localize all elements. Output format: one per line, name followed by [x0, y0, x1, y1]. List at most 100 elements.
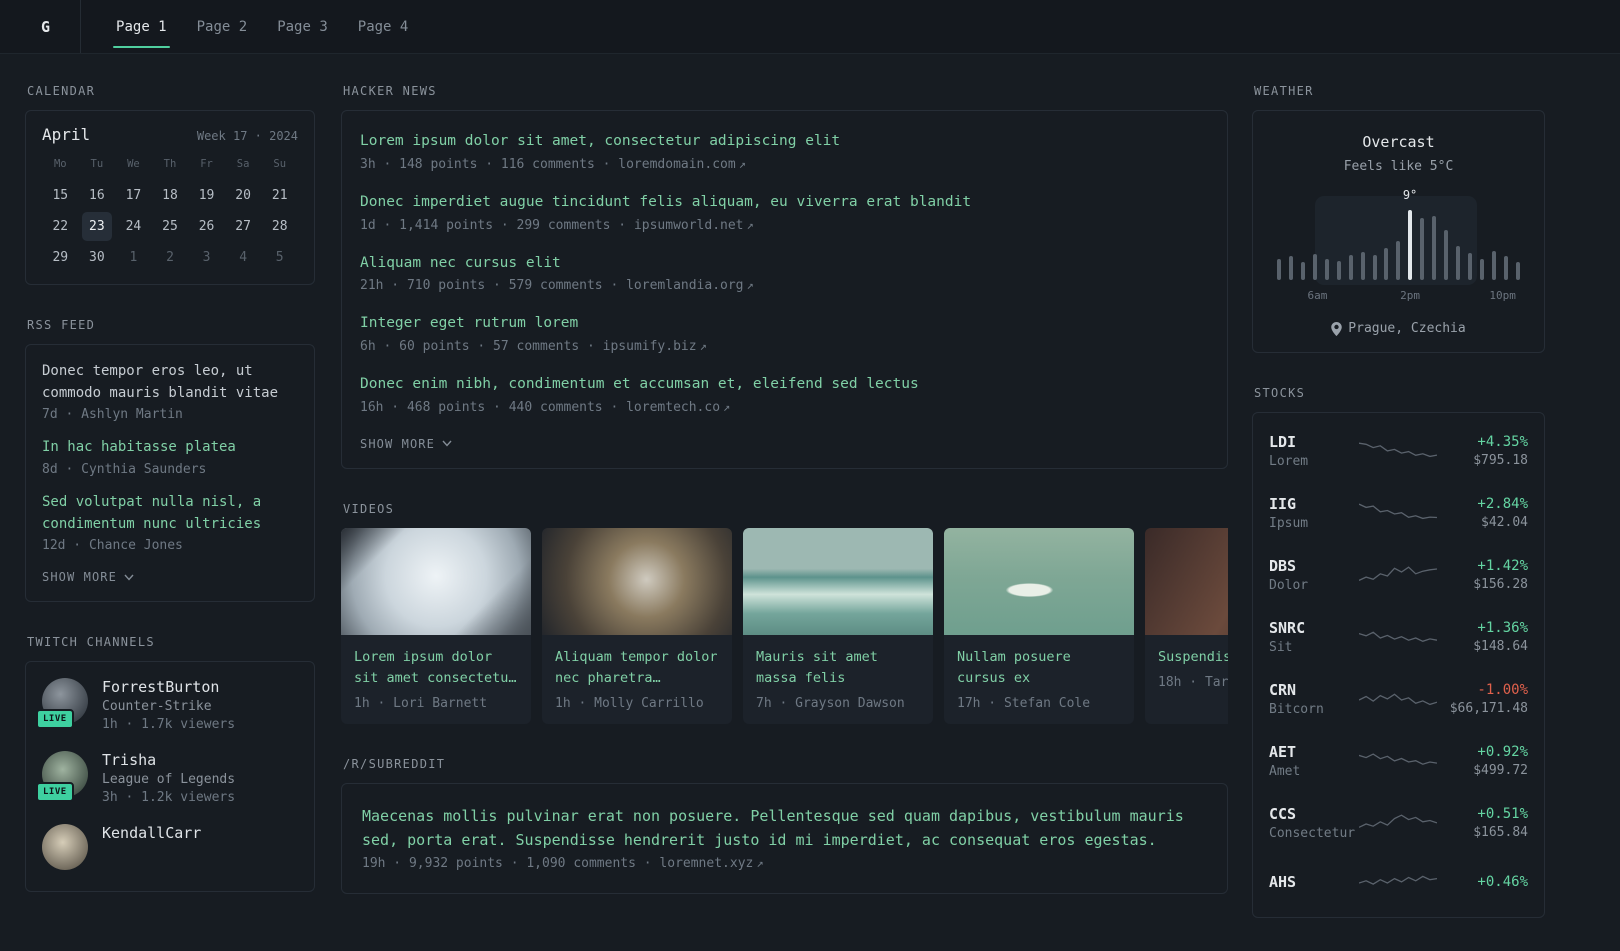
video-thumbnail[interactable]	[743, 527, 933, 635]
news-item-title[interactable]: Donec imperdiet augue tincidunt felis al…	[360, 192, 1209, 214]
stock-row[interactable]: IIG Ipsum +2.84% $42.04	[1269, 482, 1528, 544]
news-source-link[interactable]: loremlandia.org ↗	[626, 278, 754, 293]
stock-row[interactable]: LDI Lorem +4.35% $795.18	[1269, 420, 1528, 482]
calendar-day[interactable]: 4	[228, 243, 258, 272]
news-item-title[interactable]: Donec enim nibh, condimentum et accumsan…	[360, 374, 1209, 396]
weather-bar	[1515, 262, 1520, 280]
calendar-day[interactable]: 30	[82, 243, 112, 272]
external-link-icon: ↗	[738, 156, 746, 171]
stock-row[interactable]: DBS Dolor +1.42% $156.28	[1269, 544, 1528, 606]
stock-row[interactable]: SNRC Sit +1.36% $148.64	[1269, 606, 1528, 668]
calendar-day[interactable]: 24	[118, 212, 148, 241]
reddit-post-title[interactable]: Maecenas mollis pulvinar erat non posuer…	[362, 804, 1207, 852]
stocks-widget: STOCKS LDI Lorem +4.35% $795.18 IIG Ipsu…	[1252, 386, 1545, 918]
avatar	[42, 824, 88, 871]
hackernews-list: Lorem ipsum dolor sit amet, consectetur …	[341, 110, 1228, 469]
stock-symbol: LDI	[1269, 433, 1297, 451]
hackernews-show-more-button[interactable]: SHOW MORE	[360, 437, 452, 451]
stock-sparkline	[1358, 875, 1437, 885]
video-title[interactable]: Mauris sit amet massa felis	[743, 635, 933, 689]
weather-bar	[1324, 259, 1329, 280]
calendar-day[interactable]: 29	[45, 243, 75, 272]
news-source-link[interactable]: loremdomain.com ↗	[618, 157, 746, 172]
weather-chart: 9°	[1277, 188, 1520, 285]
calendar-weekday: Sa	[236, 158, 250, 170]
stock-row[interactable]: AET Amet +0.92% $499.72	[1269, 730, 1528, 792]
rss-item[interactable]: In hac habitasse platea 8d · Cynthia Sau…	[42, 437, 298, 477]
video-title[interactable]: Aliquam tempor dolor nec pharetra…	[542, 635, 732, 689]
weather-bar	[1288, 256, 1293, 280]
rss-item[interactable]: Donec tempor eros leo, ut commodo mauris…	[42, 361, 298, 422]
calendar-day[interactable]: 21	[265, 181, 295, 210]
video-thumbnail[interactable]	[542, 527, 732, 635]
calendar-day[interactable]: 28	[265, 212, 295, 241]
tab-page-4[interactable]: Page 4	[355, 0, 412, 53]
twitch-channel[interactable]: LIVE ForrestBurton Counter-Strike 1h · 1…	[36, 678, 298, 733]
video-card[interactable]: Nullam posuere cursus ex 17h · Stefan Co…	[944, 527, 1134, 724]
video-thumbnail[interactable]	[944, 527, 1134, 635]
rss-item[interactable]: Sed volutpat nulla nisl, a condimentum n…	[42, 492, 298, 553]
stock-sparkline	[1358, 631, 1437, 642]
video-title[interactable]: Suspendisse diam	[1145, 635, 1228, 668]
rss-item-title[interactable]: Sed volutpat nulla nisl, a condimentum n…	[42, 492, 298, 535]
calendar-day[interactable]: 16	[82, 181, 112, 210]
calendar-day-selected[interactable]: 23	[81, 212, 112, 241]
video-title[interactable]: Lorem ipsum dolor sit amet consectetu…	[341, 635, 531, 689]
calendar-day[interactable]: 25	[155, 212, 185, 241]
reddit-source-link[interactable]: loremnet.xyz ↗	[659, 856, 763, 871]
video-thumbnail[interactable]	[341, 527, 531, 635]
calendar-weekday: Fr	[200, 158, 213, 170]
calendar-day[interactable]: 3	[192, 243, 222, 272]
news-item-meta: 1d · 1,414 points · 299 comments · ipsum…	[360, 218, 1209, 233]
stock-symbol: CCS	[1269, 805, 1297, 823]
news-item-title[interactable]: Lorem ipsum dolor sit amet, consectetur …	[360, 131, 1209, 153]
videos-section-title: VIDEOS	[343, 501, 395, 516]
channel-name[interactable]: ForrestBurton	[102, 678, 235, 696]
news-source-domain: ipsumworld.net	[633, 217, 744, 233]
video-card[interactable]: Lorem ipsum dolor sit amet consectetu… 1…	[341, 527, 531, 724]
tab-page-3[interactable]: Page 3	[274, 0, 331, 53]
calendar-day[interactable]: 1	[118, 243, 148, 272]
channel-name[interactable]: Trisha	[102, 751, 235, 769]
rss-item-title[interactable]: In hac habitasse platea	[42, 437, 298, 459]
tab-page-2[interactable]: Page 2	[194, 0, 251, 53]
stock-change: +0.92%	[1477, 744, 1528, 760]
video-card[interactable]: Mauris sit amet massa felis 7h · Grayson…	[743, 527, 933, 724]
calendar-day[interactable]: 5	[265, 243, 295, 272]
news-source-link[interactable]: ipsumify.biz ↗	[603, 339, 707, 354]
weather-bar	[1300, 262, 1305, 280]
calendar-day[interactable]: 19	[192, 181, 222, 210]
calendar-day[interactable]: 17	[118, 181, 148, 210]
calendar-day[interactable]: 20	[228, 181, 258, 210]
news-source-link[interactable]: ipsumworld.net ↗	[634, 218, 754, 233]
calendar-day[interactable]: 22	[45, 212, 75, 241]
stock-change: +2.84%	[1477, 496, 1528, 512]
calendar-day[interactable]: 26	[192, 212, 222, 241]
calendar-day[interactable]: 27	[228, 212, 258, 241]
app-logo[interactable]: G	[25, 0, 82, 53]
weather-bar	[1420, 218, 1425, 280]
channel-viewers: 3h · 1.2k viewers	[102, 790, 236, 806]
stock-row[interactable]: AHS +0.46%	[1269, 854, 1528, 910]
video-card[interactable]: Aliquam tempor dolor nec pharetra… 1h · …	[542, 527, 732, 724]
news-item-title[interactable]: Aliquam nec cursus elit	[360, 253, 1209, 275]
channel-name[interactable]: KendallCarr	[102, 824, 201, 842]
video-card[interactable]: Suspendisse diam 18h · Tara	[1145, 527, 1228, 724]
twitch-channel[interactable]: LIVE Trisha League of Legends 3h · 1.2k …	[36, 751, 298, 806]
video-meta: 1h · Molly Carrillo	[555, 695, 704, 711]
rss-item-title[interactable]: Donec tempor eros leo, ut commodo mauris…	[42, 361, 298, 404]
tab-page-1[interactable]: Page 1	[113, 0, 170, 53]
stock-row[interactable]: CRN Bitcorn -1.00% $66,171.48	[1269, 668, 1528, 730]
video-thumbnail[interactable]	[1145, 527, 1228, 635]
calendar-day[interactable]: 18	[155, 181, 185, 210]
news-source-link[interactable]: loremtech.co ↗	[626, 400, 730, 415]
channel-viewers: 1h · 1.7k viewers	[102, 717, 236, 733]
calendar-weekday: Su	[273, 158, 287, 170]
rss-show-more-button[interactable]: SHOW MORE	[42, 570, 134, 584]
news-item-title[interactable]: Integer eget rutrum lorem	[360, 313, 1209, 335]
twitch-channel[interactable]: KendallCarr	[42, 824, 298, 871]
video-title[interactable]: Nullam posuere cursus ex	[944, 635, 1134, 689]
calendar-day[interactable]: 2	[155, 243, 185, 272]
stock-row[interactable]: CCS Consectetur +0.51% $165.84	[1269, 792, 1528, 854]
calendar-day[interactable]: 15	[45, 181, 75, 210]
